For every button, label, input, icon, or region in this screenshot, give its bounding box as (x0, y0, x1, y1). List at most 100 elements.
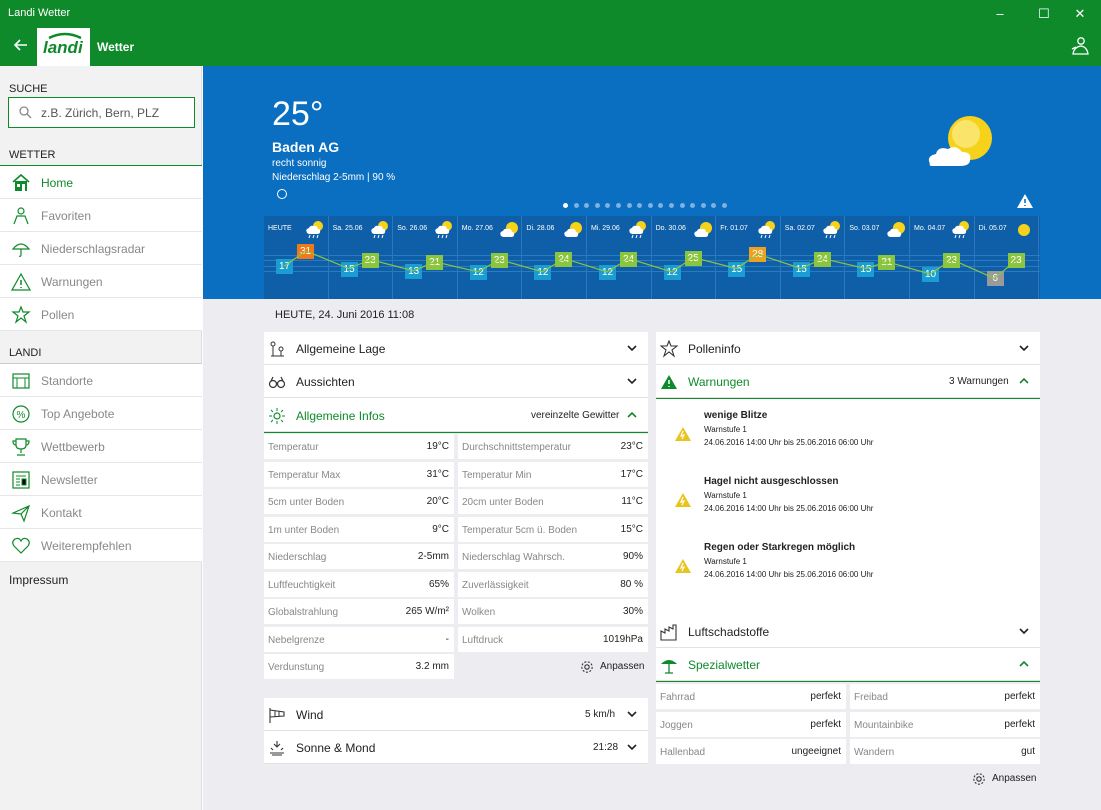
warning-icon (10, 272, 32, 292)
special-weather-cell: Mountainbike perfekt (850, 711, 1040, 737)
adjust-button-left[interactable]: Anpassen (580, 661, 650, 675)
forecast-strip: HEUTE 17 31 Sa. 25.06 15 23 So. 26.06 13 21 Mo. 2… (264, 216, 1040, 299)
spezialwetter-row[interactable]: Spezialwetter (656, 648, 1040, 681)
allgemeine-infos-row[interactable]: Allgemeine Infos vereinzelte Gewitter (264, 399, 648, 432)
nav-item-newsletter[interactable]: Newsletter (0, 463, 202, 496)
send-icon (10, 503, 31, 523)
detail-cell: Verdunstung 3.2 mm (264, 654, 454, 679)
page-dot[interactable] (605, 203, 611, 208)
special-label: Mountainbike (854, 719, 914, 731)
gear-icon (581, 661, 593, 673)
page-dot[interactable] (658, 203, 664, 208)
wind-row[interactable]: Wind 5 km/h (264, 698, 648, 731)
search-input[interactable] (41, 103, 189, 122)
infos-summary: vereinzelte Gewitter (531, 410, 620, 421)
page-dot[interactable] (637, 203, 643, 208)
page-dot[interactable] (584, 203, 590, 208)
page-dot[interactable] (563, 203, 568, 208)
warnungen-row[interactable]: Warnungen 3 Warnungen (656, 365, 1040, 398)
nav-label: Warnungen (41, 275, 103, 289)
row-label: Allgemeine Lage (296, 342, 386, 356)
detail-value: 90% (622, 551, 643, 562)
detail-value: 80 % (620, 578, 643, 590)
page-dot[interactable] (616, 203, 621, 208)
factory-icon (660, 623, 678, 644)
detail-value: 2-5mm (417, 551, 449, 562)
weather-section-header: WETTER (9, 149, 56, 161)
special-weather-cell: Freibad perfekt (850, 684, 1040, 709)
special-value: perfekt (1004, 691, 1035, 702)
nav-item-standorte[interactable]: Standorte (0, 364, 202, 397)
detail-label: Niederschlag (268, 552, 327, 563)
nav-item-top-angebote[interactable]: % Top Angebote (0, 397, 202, 430)
detail-cell: Luftfeuchtigkeit 65% (264, 571, 454, 597)
maximize-button[interactable]: ☐ (1024, 0, 1064, 28)
close-button[interactable]: ✕ (1060, 0, 1100, 28)
detail-cell: Nebelgrenze - (264, 626, 454, 652)
back-button[interactable] (11, 37, 31, 57)
location-icon[interactable] (277, 189, 287, 199)
weather-hero: 25° Baden AG recht sonnig Niederschlag 2… (203, 66, 1101, 299)
special-weather-cell: Hallenbad ungeeignet (656, 739, 846, 764)
umbrella-icon (11, 239, 31, 259)
page-dot[interactable] (679, 203, 685, 208)
impressum-link[interactable]: Impressum (9, 573, 68, 587)
polleninfo-row[interactable]: Polleninfo (656, 332, 1040, 365)
warning-item[interactable]: Regen oder Starkregen möglich Warnstufe 1… (656, 542, 1040, 592)
nav-item-pollen[interactable]: Pollen (0, 298, 202, 331)
row-label: Allgemeine Infos (296, 409, 385, 423)
nav-item-wettbewerb[interactable]: Wettbewerb (0, 430, 202, 463)
sun-moon-row[interactable]: Sonne & Mond 21:28 (264, 731, 648, 764)
detail-value: 20°C (426, 496, 449, 507)
landi-logo: landi (37, 28, 90, 66)
page-dot[interactable] (669, 203, 674, 208)
detail-label: Verdunstung (268, 662, 325, 673)
aussichten-row[interactable]: Aussichten (264, 365, 648, 398)
warning-item[interactable]: Hagel nicht ausgeschlossen Warnstufe 1 24.… (656, 476, 1040, 526)
window-titlebar: Landi Wetter – ☐ ✕ (0, 0, 1101, 28)
nav-item-warnings[interactable]: Warnungen (0, 265, 202, 298)
warning-icon (660, 373, 678, 394)
nav-label: Top Angebote (41, 407, 115, 421)
page-dot[interactable] (573, 203, 579, 208)
date-header: HEUTE, 24. Juni 2016 11:08 (275, 309, 415, 321)
warning-icon[interactable] (1016, 193, 1034, 212)
nav-item-radar[interactable]: Niederschlagsradar (0, 232, 202, 265)
nav-item-favorites[interactable]: Favoriten (0, 199, 202, 232)
page-dot[interactable] (690, 203, 696, 208)
nav-label: Newsletter (41, 473, 98, 487)
page-dot[interactable] (594, 203, 600, 208)
detail-label: Nebelgrenze (268, 634, 325, 646)
warning-triangle-icon (675, 559, 691, 573)
luftschadstoffe-row[interactable]: Luftschadstoffe (656, 615, 1040, 648)
adjust-button-right[interactable]: Anpassen (972, 773, 1042, 787)
page-dot[interactable] (722, 203, 727, 208)
detail-cell: Niederschlag 2-5mm (264, 544, 454, 569)
detail-value: 23°C (620, 441, 643, 452)
warning-item[interactable]: wenige Blitze Warnstufe 1 24.06.2016 14:00… (656, 410, 1040, 460)
minimize-button[interactable]: – (980, 0, 1020, 28)
page-dot[interactable] (700, 203, 706, 208)
detail-label: Niederschlag Wahrsch. (462, 552, 566, 563)
chevron-down-icon (627, 744, 637, 751)
nav-item-kontakt[interactable]: Kontakt (0, 496, 202, 529)
app-title: Wetter (97, 40, 135, 54)
nav-item-weiterempfehlen[interactable]: Weiterempfehlen (0, 529, 202, 562)
weather-nav-list: Home Favoriten Niederschlagsradar Warnun… (0, 166, 202, 331)
current-condition: recht sonnig (272, 158, 327, 169)
nav-item-home[interactable]: Home (0, 166, 202, 199)
detail-value: 31°C (426, 468, 449, 480)
detail-value: 19°C (426, 441, 449, 452)
allgemeine-lage-row[interactable]: Allgemeine Lage (264, 332, 648, 365)
detail-value: 11°C (621, 496, 643, 507)
special-label: Fahrrad (660, 692, 696, 703)
page-dot[interactable] (711, 203, 717, 208)
detail-label: Globalstrahlung (268, 607, 339, 618)
page-dot[interactable] (647, 203, 653, 208)
search-box[interactable] (8, 97, 195, 128)
binoculars-icon (268, 373, 286, 394)
pollen-icon (659, 339, 679, 361)
account-button[interactable] (1070, 36, 1090, 58)
page-dot[interactable] (626, 203, 632, 208)
logo-text: landi (43, 38, 83, 57)
